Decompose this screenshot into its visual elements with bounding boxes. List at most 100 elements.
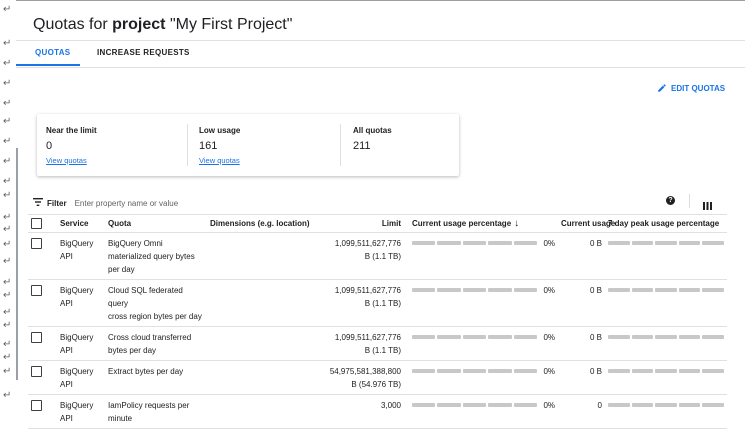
help-icon[interactable]: ? — [666, 196, 675, 205]
stat-value: 211 — [353, 140, 371, 152]
return-mark-icon: ↵ — [3, 352, 12, 363]
quota-line: minute — [108, 414, 133, 423]
filter-input[interactable]: Enter property name or value — [75, 199, 179, 208]
table-row[interactable]: BigQuery API BigQuery Omni materialized que… — [28, 232, 727, 280]
current-usage-bar — [412, 403, 538, 407]
quotas-table: Service Quota Dimensions (e.g. location)… — [28, 214, 727, 429]
bar-segment — [437, 288, 461, 292]
limit-line: 54,975,581,388,800 — [329, 367, 401, 376]
return-mark-icon: ↵ — [3, 4, 12, 15]
dimensions-cell — [207, 232, 304, 280]
row-checkbox[interactable] — [31, 285, 42, 296]
current-usage-bar — [412, 369, 538, 373]
view-quotas-link[interactable]: View quotas — [199, 156, 240, 165]
select-all-checkbox[interactable] — [31, 218, 42, 229]
return-mark-icon: ↵ — [3, 78, 12, 89]
quota-cell: Cloud SQL federated query cross region by… — [105, 279, 207, 327]
service-line: BigQuery — [60, 401, 94, 410]
bar-segment — [488, 403, 512, 407]
bar-segment — [678, 335, 701, 339]
current-pct-cell: 0% — [404, 360, 558, 395]
filter-icon[interactable] — [33, 197, 43, 209]
peak-usage-cell — [605, 232, 727, 280]
limit-line: B (1.1 TB) — [364, 346, 401, 355]
quota-line: cross region bytes per day — [108, 312, 202, 321]
quota-cell: IamPolicy requests per minute — [105, 394, 207, 429]
current-pct-value: 0% — [543, 333, 555, 342]
bar-segment — [513, 241, 538, 245]
return-mark-icon: ↵ — [3, 176, 12, 187]
bar-segment — [437, 403, 461, 407]
col-current-usage-percentage[interactable]: Current usage percentage ↓ — [404, 214, 558, 233]
current-usage-bar — [412, 288, 538, 292]
divider — [187, 124, 188, 166]
current-pct-cell: 0% — [404, 232, 558, 280]
col-peak-usage[interactable]: 7 day peak usage percentage — [605, 214, 727, 233]
bar-segment — [412, 335, 436, 339]
select-cell — [28, 232, 57, 280]
bar-segment — [702, 403, 724, 407]
limit-line: 1,099,511,627,776 — [334, 333, 401, 342]
table-row[interactable]: BigQuery API Cloud SQL federated query cros… — [28, 279, 727, 327]
service-line: BigQuery — [60, 333, 94, 342]
bar-segment — [437, 335, 461, 339]
quota-line: IamPolicy requests per — [108, 401, 190, 410]
table-row[interactable]: BigQuery API Cross cloud transferred bytes … — [28, 326, 727, 361]
dimensions-cell — [207, 394, 304, 429]
column-display-icon[interactable] — [703, 197, 712, 215]
filter-bar[interactable]: Filter Enter property name or value — [33, 193, 745, 213]
return-mark-icon: ↵ — [3, 224, 12, 235]
bar-segment — [412, 241, 436, 245]
row-checkbox[interactable] — [31, 366, 42, 377]
pencil-icon — [658, 84, 666, 92]
row-checkbox[interactable] — [31, 238, 42, 249]
bar-segment — [462, 335, 487, 339]
service-line: API — [60, 414, 73, 423]
bar-segment — [608, 288, 630, 292]
limit-line: B (54.976 TB) — [351, 380, 401, 389]
table-header: Service Quota Dimensions (e.g. location)… — [28, 214, 727, 233]
col-current-usage[interactable]: Current usage — [558, 214, 615, 233]
arrow-down-icon: ↓ — [514, 218, 520, 229]
left-margin-bar — [16, 148, 18, 380]
col-limit[interactable]: Limit — [304, 214, 404, 233]
row-checkbox[interactable] — [31, 400, 42, 411]
edit-quotas-button[interactable]: EDIT QUOTAS — [657, 83, 725, 93]
bar-segment — [437, 241, 461, 245]
table-row[interactable]: BigQuery API Extract bytes per day 54,975,5… — [28, 360, 727, 395]
stat-low-usage: Low usage 161 View quotas — [199, 126, 240, 165]
row-checkbox[interactable] — [31, 332, 42, 343]
quota-line: bytes per day — [108, 346, 157, 355]
return-mark-icon: ↵ — [3, 212, 12, 223]
current-usage-cell: 0 B — [558, 360, 605, 395]
return-mark-icon: ↵ — [3, 320, 12, 331]
select-cell — [28, 326, 57, 361]
bar-segment — [702, 241, 724, 245]
select-all-cell — [28, 214, 57, 233]
service-line: API — [60, 346, 73, 355]
bar-segment — [462, 369, 487, 373]
bar-segment — [631, 288, 654, 292]
bar-segment — [608, 369, 630, 373]
col-quota[interactable]: Quota — [105, 214, 207, 233]
service-line: API — [60, 299, 73, 308]
table-row[interactable]: BigQuery API IamPolicy requests per minute 3… — [28, 394, 727, 429]
view-quotas-link[interactable]: View quotas — [46, 156, 97, 165]
tab-increase-requests[interactable]: INCREASE REQUESTS — [97, 48, 190, 57]
quota-cell: Cross cloud transferred bytes per day — [105, 326, 207, 361]
peak-usage-cell — [605, 326, 727, 361]
col-dimensions[interactable]: Dimensions (e.g. location) — [207, 214, 310, 233]
tab-quotas[interactable]: QUOTAS — [35, 48, 70, 57]
bar-segment — [631, 335, 654, 339]
bar-segment — [462, 288, 487, 292]
bar-segment — [513, 335, 538, 339]
bar-segment — [488, 288, 512, 292]
current-pct-value: 0% — [543, 239, 555, 248]
quota-line: Cloud SQL federated query — [108, 286, 183, 308]
stat-all-quotas: All quotas 211 — [353, 126, 392, 152]
service-cell: BigQuery API — [57, 279, 105, 327]
col-service[interactable]: Service — [57, 214, 105, 233]
bar-segment — [655, 335, 677, 339]
peak-usage-bar — [608, 369, 724, 373]
stat-label: All quotas — [353, 126, 392, 135]
